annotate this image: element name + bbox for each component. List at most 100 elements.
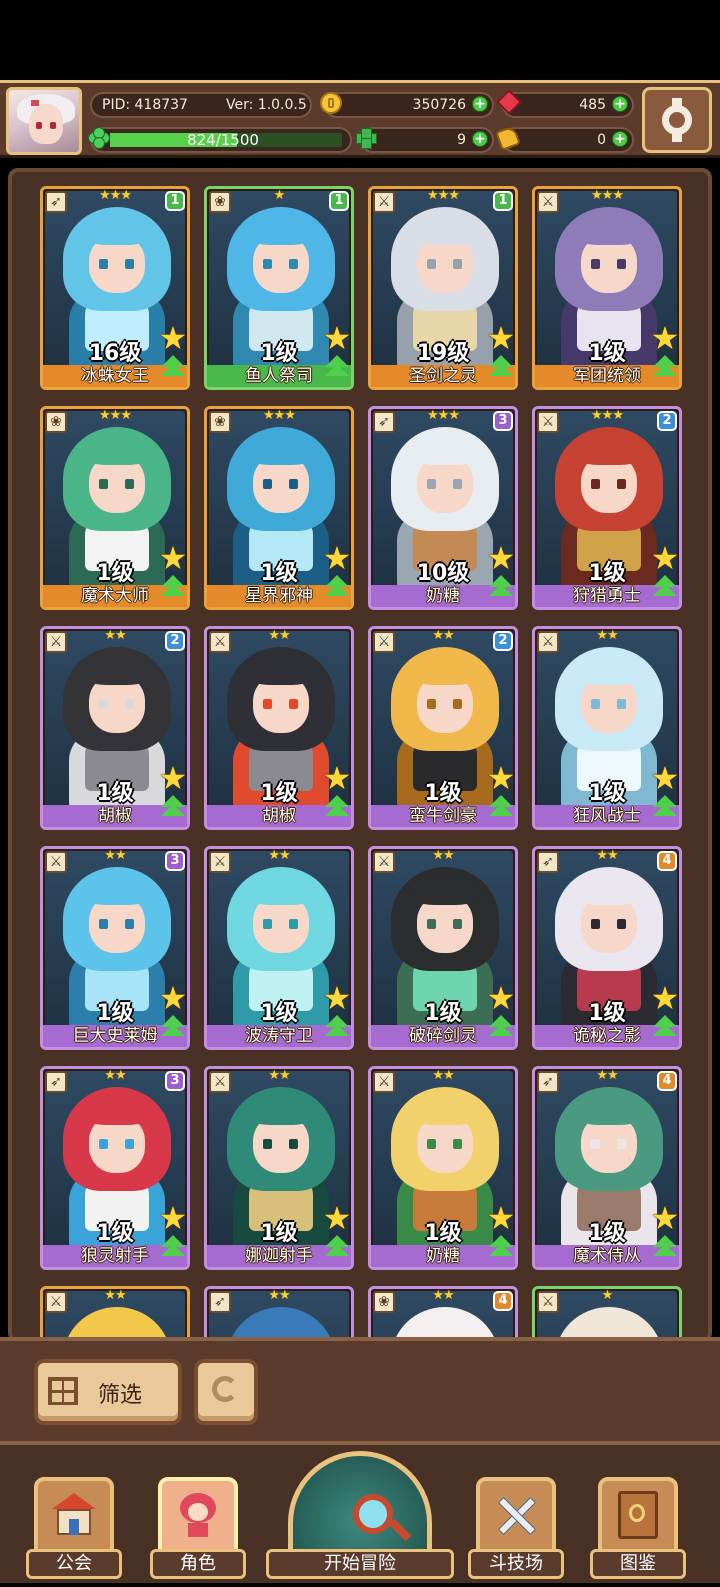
level-up-arrow-icon[interactable]: [488, 1235, 514, 1261]
hero-card[interactable]: ⚔ ★★ 1级 胡椒 ★: [204, 626, 354, 830]
hero-tier-badge: 3: [493, 411, 513, 431]
hero-card[interactable]: ❀ ★★★ 1级 星界邪神 ★: [204, 406, 354, 610]
hero-card[interactable]: ➶ ★★: [204, 1286, 354, 1339]
star-upgrade-icon[interactable]: ★: [650, 322, 679, 354]
hero-card[interactable]: ⚔ ★★★ 2 1级 狩猎勇士 ★: [532, 406, 682, 610]
hero-tier-badge: 4: [493, 1291, 513, 1311]
key-amount: 0: [597, 132, 606, 148]
level-up-arrow-icon[interactable]: [160, 1235, 186, 1261]
hero-card[interactable]: ⚔ ★★ 2 1级 胡椒 ★: [40, 626, 190, 830]
level-up-arrow-icon[interactable]: [488, 355, 514, 381]
hero-card[interactable]: ⚔ ★★ 1级 娜迦射手 ★: [204, 1066, 354, 1270]
hero-card[interactable]: ➶ ★★★ 3 10级 奶糖 ★: [368, 406, 518, 610]
hero-star-rank: ★★★: [99, 408, 132, 423]
level-up-arrow-icon[interactable]: [324, 575, 350, 601]
hero-tier-badge: 4: [657, 851, 677, 871]
level-up-arrow-icon[interactable]: [160, 355, 186, 381]
star-upgrade-icon[interactable]: ★: [158, 542, 187, 574]
hero-card[interactable]: ➶ ★★★ 1 16级 冰蛛女王 ★: [40, 186, 190, 390]
hero-card[interactable]: ⚔ ★★ 1级 狂风战士 ★: [532, 626, 682, 830]
hero-card[interactable]: ⚔ ★★ 2 1级 蛮牛剑豪 ★: [368, 626, 518, 830]
level-up-arrow-icon[interactable]: [160, 575, 186, 601]
star-upgrade-icon[interactable]: ★: [158, 1202, 187, 1234]
hero-card[interactable]: ❀ ★★ 4: [368, 1286, 518, 1339]
hero-card[interactable]: ➶ ★★ 4 1级 诡秘之影 ★: [532, 846, 682, 1050]
guild-house-icon: [52, 1493, 96, 1537]
refresh-button[interactable]: [194, 1359, 258, 1425]
player-avatar[interactable]: [6, 87, 82, 155]
star-upgrade-icon[interactable]: ★: [650, 542, 679, 574]
level-up-arrow-icon[interactable]: [160, 795, 186, 821]
hero-card[interactable]: ⚔ ★★: [40, 1286, 190, 1339]
clover-amount: 9: [457, 132, 466, 148]
level-up-arrow-icon[interactable]: [160, 1015, 186, 1041]
level-up-arrow-icon[interactable]: [324, 355, 350, 381]
hero-tier-badge: 2: [165, 631, 185, 651]
hero-card[interactable]: ➶ ★★ 4 1级 魔术侍从 ★: [532, 1066, 682, 1270]
level-up-arrow-icon[interactable]: [324, 795, 350, 821]
star-upgrade-icon[interactable]: ★: [158, 762, 187, 794]
add-gem-button[interactable]: +: [612, 96, 628, 112]
level-up-arrow-icon[interactable]: [324, 1235, 350, 1261]
nav-codex[interactable]: 图鉴: [590, 1477, 686, 1583]
star-upgrade-icon[interactable]: ★: [650, 762, 679, 794]
level-up-arrow-icon[interactable]: [652, 355, 678, 381]
star-upgrade-icon[interactable]: ★: [486, 1202, 515, 1234]
star-upgrade-icon[interactable]: ★: [650, 1202, 679, 1234]
star-upgrade-icon[interactable]: ★: [322, 542, 351, 574]
star-upgrade-icon[interactable]: ★: [322, 982, 351, 1014]
star-upgrade-icon[interactable]: ★: [486, 762, 515, 794]
star-upgrade-icon[interactable]: ★: [158, 982, 187, 1014]
hero-card[interactable]: ❀ ★★★ 1级 魔术大师 ★: [40, 406, 190, 610]
hero-card[interactable]: ⚔ ★★ 1级 波涛守卫 ★: [204, 846, 354, 1050]
star-upgrade-icon[interactable]: ★: [486, 542, 515, 574]
gem-pill: 485 +: [496, 89, 634, 118]
nav-arena-frame: [476, 1477, 556, 1555]
bottom-navigation: 公会 角色 开始冒险 斗技场 图鉴: [0, 1441, 720, 1583]
level-up-arrow-icon[interactable]: [488, 795, 514, 821]
star-upgrade-icon[interactable]: ★: [322, 1202, 351, 1234]
level-up-arrow-icon[interactable]: [488, 1015, 514, 1041]
hero-star-rank: ★★: [596, 628, 618, 643]
avatar-hairpin: [31, 100, 39, 106]
level-up-arrow-icon[interactable]: [488, 575, 514, 601]
nav-start-adventure[interactable]: 开始冒险: [266, 1449, 454, 1587]
avatar-face: [29, 104, 63, 144]
clover-pill: 9 +: [356, 127, 494, 153]
star-upgrade-icon[interactable]: ★: [650, 982, 679, 1014]
hero-card[interactable]: ❀ ★ 1 1级 鱼人祭司 ★: [204, 186, 354, 390]
hero-list-panel[interactable]: ➶ ★★★ 1 16级 冰蛛女王 ★ ❀ ★ 1 1级 鱼人祭司 ★ ⚔ ★★★…: [8, 168, 712, 1343]
level-up-arrow-icon[interactable]: [652, 575, 678, 601]
add-clover-button[interactable]: +: [472, 131, 488, 147]
player-id: PID: 418737: [102, 97, 188, 113]
add-key-button[interactable]: +: [612, 131, 628, 147]
hero-card[interactable]: ⚔ ★★★ 1 19级 圣剑之灵 ★: [368, 186, 518, 390]
nav-roles[interactable]: 角色: [150, 1477, 246, 1583]
star-upgrade-icon[interactable]: ★: [158, 322, 187, 354]
level-up-arrow-icon[interactable]: [652, 795, 678, 821]
add-gold-button[interactable]: +: [472, 96, 488, 112]
settings-button[interactable]: [642, 87, 712, 153]
star-upgrade-icon[interactable]: ★: [486, 322, 515, 354]
star-upgrade-icon[interactable]: ★: [322, 762, 351, 794]
nav-guild[interactable]: 公会: [26, 1477, 122, 1583]
hero-tier-badge: 2: [493, 631, 513, 651]
crossed-swords-icon: [494, 1493, 538, 1537]
hero-card[interactable]: ⚔ ★★ 3 1级 巨大史莱姆 ★: [40, 846, 190, 1050]
hero-card[interactable]: ⚔ ★★ 1级 破碎剑灵 ★: [368, 846, 518, 1050]
hero-card[interactable]: ➶ ★★ 3 1级 狼灵射手 ★: [40, 1066, 190, 1270]
hero-tier-badge: 1: [493, 191, 513, 211]
star-upgrade-icon[interactable]: ★: [322, 322, 351, 354]
filter-button[interactable]: 筛选: [34, 1359, 182, 1425]
star-upgrade-icon[interactable]: ★: [486, 982, 515, 1014]
nav-arena[interactable]: 斗技场: [468, 1477, 564, 1583]
hero-card[interactable]: ⚔ ★★★ 1级 军团统领 ★: [532, 186, 682, 390]
level-up-arrow-icon[interactable]: [652, 1235, 678, 1261]
filter-toolbar: 筛选: [0, 1337, 720, 1441]
hero-card[interactable]: ⚔ ★: [532, 1286, 682, 1339]
level-up-arrow-icon[interactable]: [324, 1015, 350, 1041]
level-up-arrow-icon[interactable]: [652, 1015, 678, 1041]
nav-adventure-label: 开始冒险: [266, 1549, 454, 1579]
hero-star-rank: ★★: [268, 848, 290, 863]
hero-card[interactable]: ⚔ ★★ 1级 奶糖 ★: [368, 1066, 518, 1270]
